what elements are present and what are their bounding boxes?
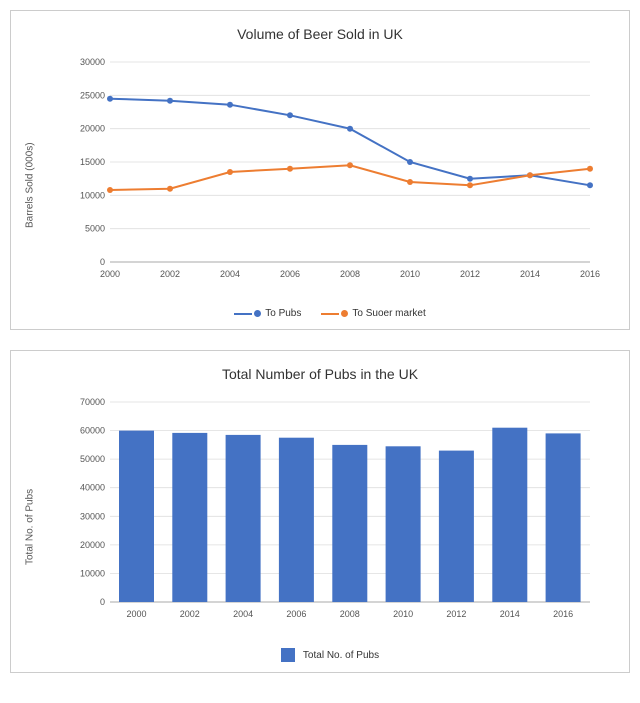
bar-chart-body: 70000 60000 50000 40000 30000 20000 1000… [41, 392, 619, 662]
svg-text:30000: 30000 [80, 511, 105, 521]
bar-2002 [172, 433, 207, 602]
svg-text:40000: 40000 [80, 483, 105, 493]
svg-text:2010: 2010 [400, 269, 420, 279]
bar-2000 [119, 431, 154, 602]
to-supermarket-dot [107, 187, 113, 193]
svg-text:50000: 50000 [80, 454, 105, 464]
legend-item-supermarket: To Suoer market [321, 308, 425, 319]
line-chart-container: Volume of Beer Sold in UK Barrels Sold (… [10, 10, 630, 330]
svg-text:2016: 2016 [553, 609, 573, 619]
svg-text:10000: 10000 [80, 568, 105, 578]
bar-2006 [279, 438, 314, 602]
svg-text:0: 0 [100, 597, 105, 607]
svg-text:2004: 2004 [233, 609, 253, 619]
svg-text:2016: 2016 [580, 269, 600, 279]
svg-text:2002: 2002 [180, 609, 200, 619]
svg-text:2008: 2008 [340, 609, 360, 619]
bar-chart-container: Total Number of Pubs in the UK Total No.… [10, 350, 630, 673]
bar-chart-title: Total Number of Pubs in the UK [21, 366, 619, 382]
legend-total-pubs-swatch [281, 648, 295, 662]
to-supermarket-line [110, 165, 590, 190]
svg-text:2012: 2012 [460, 269, 480, 279]
svg-text:2014: 2014 [520, 269, 540, 279]
svg-text:2006: 2006 [280, 269, 300, 279]
legend-pubs-label: To Pubs [265, 308, 301, 319]
legend-item-pubs: To Pubs [234, 308, 301, 319]
svg-text:30000: 30000 [80, 57, 105, 67]
line-chart-area: Barrels Sold (000s) 30000 25000 20000 [21, 52, 619, 319]
svg-text:20000: 20000 [80, 540, 105, 550]
legend-supermarket-label: To Suoer market [352, 308, 425, 319]
bar-2010 [386, 446, 421, 602]
svg-text:2014: 2014 [500, 609, 520, 619]
svg-text:20000: 20000 [80, 124, 105, 134]
legend-supermarket-line [321, 313, 339, 315]
bar-chart-svg: 70000 60000 50000 40000 30000 20000 1000… [41, 392, 619, 642]
svg-text:2010: 2010 [393, 609, 413, 619]
legend-pubs-dot [254, 310, 261, 317]
svg-text:2006: 2006 [286, 609, 306, 619]
bar-2008 [332, 445, 367, 602]
svg-text:10000: 10000 [80, 190, 105, 200]
svg-text:2000: 2000 [126, 609, 146, 619]
bar-2004 [226, 435, 261, 602]
legend-pubs-line [234, 313, 252, 315]
bar-chart-y-axis-label: Total No. of Pubs [21, 392, 39, 662]
svg-text:60000: 60000 [80, 426, 105, 436]
bar-chart-legend: Total No. of Pubs [41, 648, 619, 662]
svg-text:70000: 70000 [80, 397, 105, 407]
line-chart-y-axis-label: Barrels Sold (000s) [21, 52, 39, 319]
to-pubs-dot [107, 96, 113, 102]
line-chart-legend: To Pubs To Suoer market [41, 308, 619, 319]
svg-text:15000: 15000 [80, 157, 105, 167]
line-chart-title: Volume of Beer Sold in UK [21, 26, 619, 42]
line-chart-svg: 30000 25000 20000 15000 10000 5000 0 200… [41, 52, 619, 302]
bar-2012 [439, 451, 474, 602]
svg-text:2012: 2012 [446, 609, 466, 619]
svg-text:2002: 2002 [160, 269, 180, 279]
svg-text:0: 0 [100, 257, 105, 267]
to-pubs-line [110, 99, 590, 186]
line-chart-body: 30000 25000 20000 15000 10000 5000 0 200… [41, 52, 619, 319]
legend-item-total-pubs: Total No. of Pubs [281, 648, 379, 662]
svg-text:2000: 2000 [100, 269, 120, 279]
legend-supermarket-dot [341, 310, 348, 317]
bar-2016 [546, 433, 581, 602]
svg-text:2008: 2008 [340, 269, 360, 279]
bar-chart-area: Total No. of Pubs 70000 60000 50000 4000… [21, 392, 619, 662]
svg-text:5000: 5000 [85, 224, 105, 234]
svg-text:2004: 2004 [220, 269, 240, 279]
svg-text:25000: 25000 [80, 90, 105, 100]
legend-total-pubs-label: Total No. of Pubs [303, 650, 379, 661]
bar-2014 [492, 428, 527, 602]
